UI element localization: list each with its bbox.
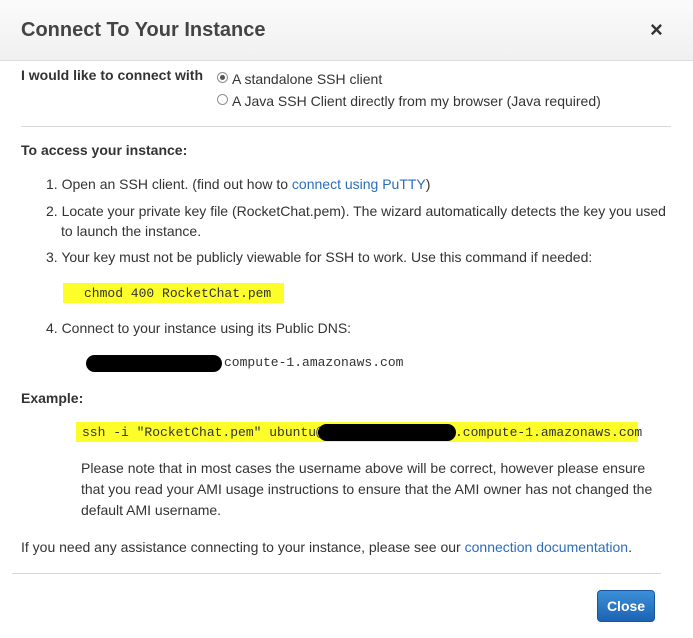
dns-suffix: compute-1.amazonaws.com — [224, 355, 404, 370]
example-command-prefix: ssh -i "RocketChat.pem" ubuntu@ — [82, 425, 324, 440]
connect-with-label: I would like to connect with — [21, 67, 204, 83]
assistance-prefix: If you need any assistance connecting to… — [21, 539, 465, 555]
step-4: 4. Connect to your instance using its Pu… — [46, 320, 352, 336]
connection-documentation-link[interactable]: connection documentation — [465, 539, 628, 555]
assistance-text: If you need any assistance connecting to… — [21, 539, 632, 555]
footer-divider — [12, 573, 661, 574]
assistance-suffix: . — [628, 539, 632, 555]
step-3: 3. Your key must not be publicly viewabl… — [46, 249, 593, 265]
note-line-2: that you read your AMI usage instruction… — [81, 481, 653, 497]
close-icon[interactable]: × — [650, 19, 663, 41]
close-button[interactable]: Close — [597, 590, 655, 622]
access-heading: To access your instance: — [21, 142, 188, 158]
example-command-suffix: .compute-1.amazonaws.com — [455, 425, 643, 440]
redacted-host — [318, 424, 456, 441]
step-1-text: 1. Open an SSH client. (find out how to — [46, 176, 292, 192]
step-1-suffix: ) — [425, 176, 431, 192]
step-2-line-1: 2. Locate your private key file (RocketC… — [46, 203, 666, 219]
note-line-3: default AMI username. — [81, 502, 222, 518]
dialog-header: Connect To Your Instance × — [0, 0, 693, 61]
radio-java-ssh-label[interactable]: A Java SSH Client directly from my brows… — [232, 93, 601, 109]
divider — [21, 126, 671, 127]
step-1: 1. Open an SSH client. (find out how to … — [46, 176, 430, 192]
note-line-1: Please note that in most cases the usern… — [81, 460, 646, 476]
example-heading: Example: — [21, 390, 84, 406]
step-2-line-2: to launch the instance. — [61, 223, 202, 239]
radio-standalone-ssh[interactable] — [217, 72, 228, 83]
radio-standalone-ssh-label[interactable]: A standalone SSH client — [232, 71, 382, 87]
radio-java-ssh[interactable] — [217, 94, 228, 105]
dialog-title: Connect To Your Instance — [21, 19, 266, 41]
chmod-command: chmod 400 RocketChat.pem — [84, 286, 272, 301]
redacted-dns — [86, 355, 222, 372]
putty-link[interactable]: connect using PuTTY — [292, 176, 426, 192]
